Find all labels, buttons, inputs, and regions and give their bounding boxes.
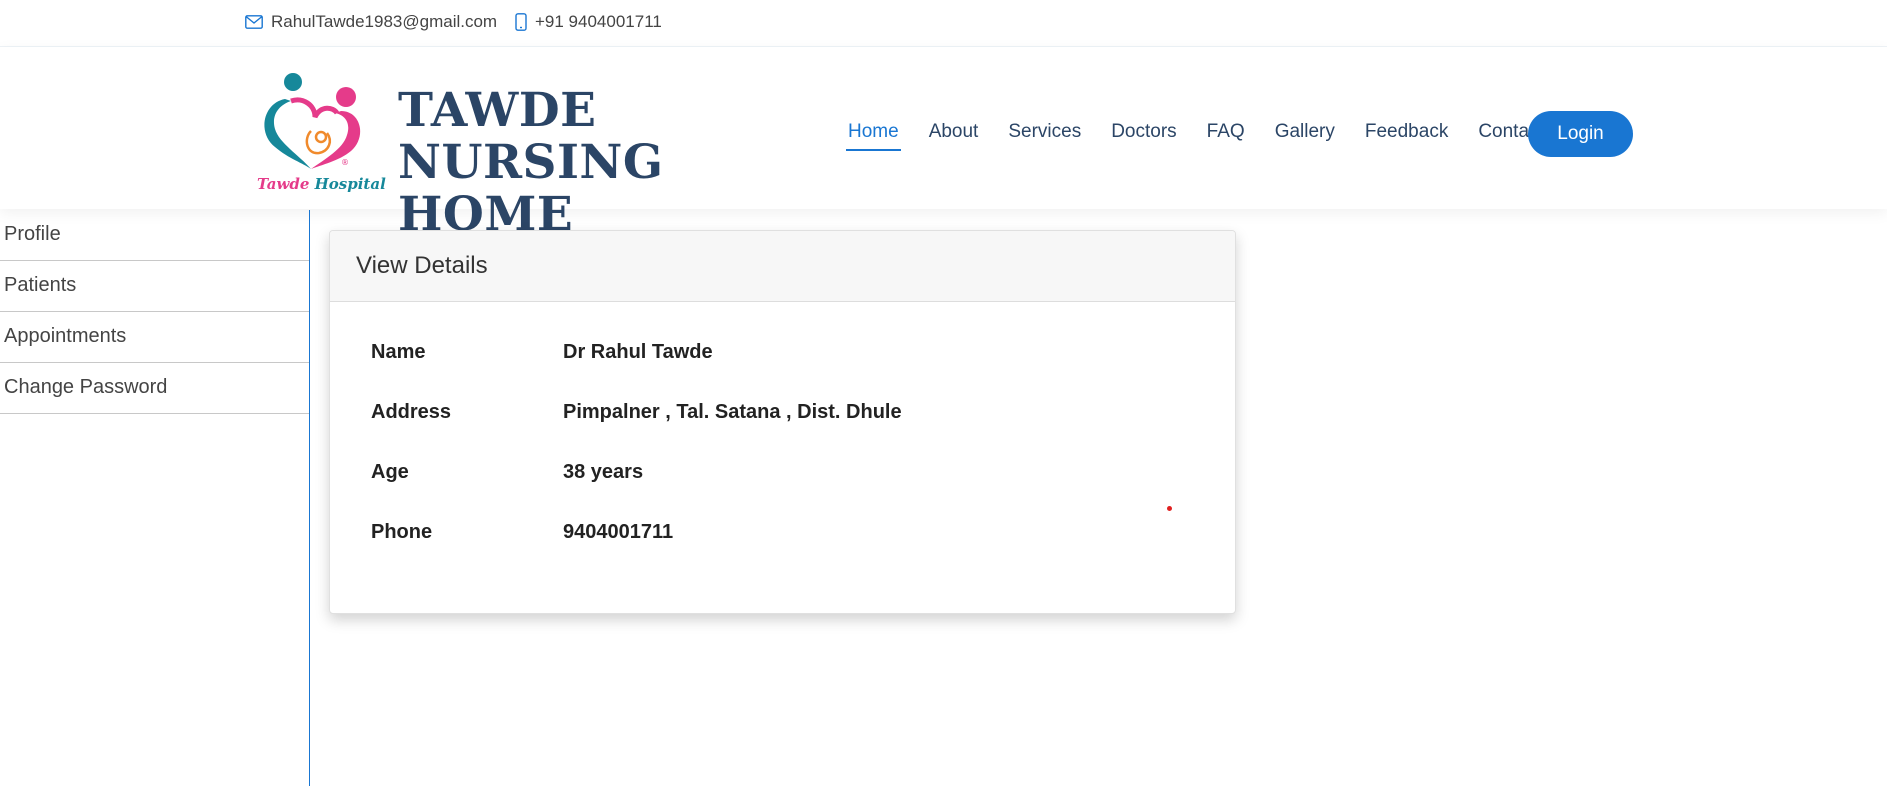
detail-row-phone: Phone 9404001711	[371, 521, 902, 581]
detail-row-address: Address Pimpalner , Tal. Satana , Dist. …	[371, 401, 902, 461]
nav-gallery[interactable]: Gallery	[1275, 121, 1335, 151]
logo-graphic: ®	[264, 73, 361, 169]
detail-value: 9404001711	[563, 521, 674, 543]
sidebar-item-appointments[interactable]: Appointments	[0, 312, 309, 363]
nav-about[interactable]: About	[929, 121, 979, 151]
email-text: RahulTawde1983@gmail.com	[271, 12, 498, 31]
login-button[interactable]: Login	[1528, 111, 1633, 157]
contact-email[interactable]: RahulTawde1983@gmail.com	[245, 12, 497, 32]
envelope-icon	[245, 15, 263, 29]
logo-caption-hospital: Hospital	[314, 175, 386, 193]
site-title-line1: TAWDE NURSING	[398, 83, 664, 190]
sidebar-item-profile[interactable]: Profile	[0, 210, 309, 261]
svg-text:®: ®	[341, 158, 349, 167]
detail-label: Name	[371, 341, 426, 363]
top-contact-bar: RahulTawde1983@gmail.com +91 9404001711	[0, 0, 1887, 47]
cursor-dot	[1167, 506, 1172, 511]
site-title[interactable]: TAWDE NURSING HOME	[398, 85, 818, 241]
sidebar: Profile Patients Appointments Change Pas…	[0, 210, 310, 786]
detail-value: Pimpalner , Tal. Satana , Dist. Dhule	[563, 401, 902, 423]
contact-phone[interactable]: +91 9404001711	[515, 12, 662, 32]
nav-home[interactable]: Home	[846, 121, 901, 151]
nav-faq[interactable]: FAQ	[1207, 121, 1245, 151]
nav-feedback[interactable]: Feedback	[1365, 121, 1448, 151]
detail-value: 38 years	[563, 461, 644, 483]
main-nav: Home About Services Doctors FAQ Gallery …	[846, 121, 1574, 151]
phone-text: +91 9404001711	[535, 12, 662, 31]
hospital-logo[interactable]: ® Tawde Hospital	[255, 71, 386, 197]
mobile-phone-icon	[515, 13, 527, 31]
detail-label: Address	[371, 401, 452, 423]
details-list: Name Dr Rahul Tawde Address Pimpalner , …	[371, 341, 902, 581]
sidebar-item-patients[interactable]: Patients	[0, 261, 309, 312]
detail-value: Dr Rahul Tawde	[563, 341, 713, 363]
nav-services[interactable]: Services	[1008, 121, 1081, 151]
logo-caption: Tawde Hospital	[257, 175, 386, 193]
nav-doctors[interactable]: Doctors	[1111, 121, 1176, 151]
view-details-card: View Details Name Dr Rahul Tawde Address…	[329, 230, 1236, 614]
detail-row-name: Name Dr Rahul Tawde	[371, 341, 902, 401]
card-title: View Details	[330, 231, 1235, 302]
detail-row-age: Age 38 years	[371, 461, 902, 521]
detail-label: Age	[371, 461, 409, 483]
site-header: ® Tawde Hospital TAWDE NURSING HOME Home…	[0, 47, 1887, 241]
logo-caption-tawde: Tawde	[257, 175, 315, 193]
sidebar-item-change-password[interactable]: Change Password	[0, 363, 309, 414]
detail-label: Phone	[371, 521, 433, 543]
